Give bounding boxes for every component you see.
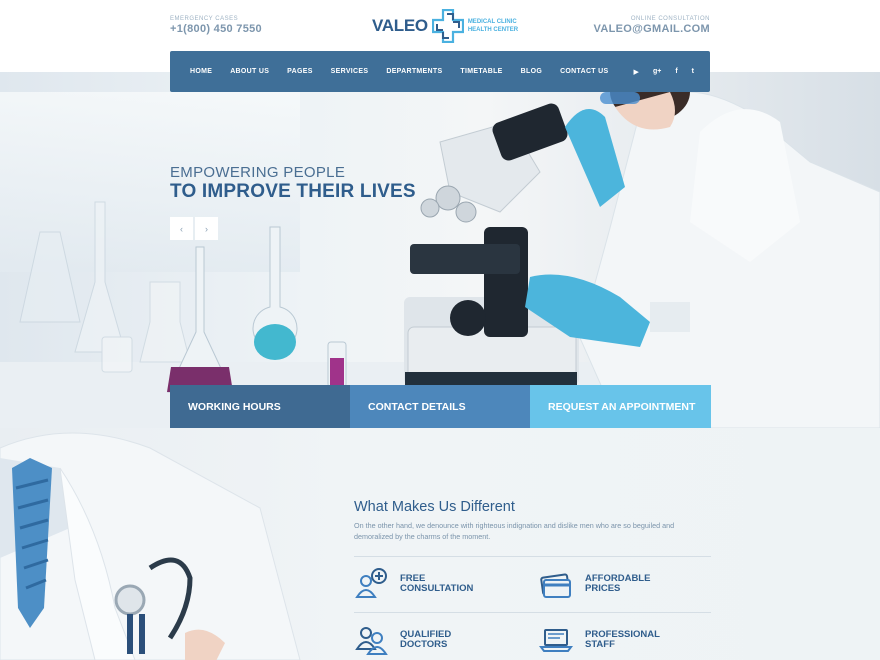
hero-lab-illustration bbox=[19, 72, 880, 428]
nav-blog[interactable]: BLOG bbox=[521, 68, 542, 75]
feature-professional-staff[interactable]: PROFESSIONAL STAFF bbox=[539, 623, 695, 657]
logo-sub-line-2: HEALTH CENTER bbox=[467, 27, 519, 33]
nav-contact-us[interactable]: CONTACT US bbox=[560, 68, 608, 75]
laptop-icon bbox=[539, 629, 573, 652]
request-appointment-box[interactable]: REQUEST AN APPOINTMENT bbox=[530, 385, 711, 428]
feature-label: PROFESSIONAL STAFF bbox=[585, 630, 695, 650]
main-navigation: HOME ABOUT US PAGES SERVICES DEPARTMENTS… bbox=[170, 51, 710, 92]
feature-line-2: STAFF bbox=[585, 639, 615, 650]
feature-label: QUALIFIED DOCTORS bbox=[400, 630, 510, 650]
logo-sub-line-1: MEDICAL CLINIC bbox=[467, 19, 517, 25]
user-plus-icon bbox=[355, 568, 387, 598]
feature-qualified-doctors[interactable]: QUALIFIED DOCTORS bbox=[354, 623, 510, 657]
hero-banner: EMPOWERING PEOPLE TO IMPROVE THEIR LIVES… bbox=[0, 72, 880, 428]
online-consultation: ONLINE CONSULTATION VALEO@GMAIL.COM bbox=[594, 16, 710, 35]
nav-pages[interactable]: PAGES bbox=[287, 68, 313, 75]
site-logo[interactable]: VALEO MEDICAL CLINIC HEALTH CENTER bbox=[372, 8, 518, 44]
feature-label: FREE CONSULTATION bbox=[400, 574, 510, 594]
section-title: What Makes Us Different bbox=[354, 499, 515, 515]
online-label: ONLINE CONSULTATION bbox=[630, 16, 710, 22]
feature-affordable-prices[interactable]: AFFORDABLE PRICES bbox=[539, 567, 695, 601]
features-section: What Makes Us Different On the other han… bbox=[0, 428, 880, 660]
feature-line-2: PRICES bbox=[585, 583, 621, 594]
logo-word: VALEO bbox=[372, 16, 428, 35]
medical-cross-logo-icon bbox=[431, 9, 464, 43]
youtube-icon[interactable]: ▶ bbox=[634, 68, 639, 76]
users-icon bbox=[355, 627, 388, 655]
emergency-label: EMERGENCY CASES bbox=[170, 16, 239, 22]
nav-home[interactable]: HOME bbox=[190, 68, 212, 75]
emergency-phone[interactable]: +1(800) 450 7550 bbox=[170, 23, 262, 35]
contact-email[interactable]: VALEO@GMAIL.COM bbox=[594, 23, 710, 35]
feature-line-2: CONSULTATION bbox=[400, 583, 474, 594]
credit-card-icon bbox=[540, 573, 571, 598]
working-hours-box[interactable]: WORKING HOURS bbox=[170, 385, 350, 428]
feature-free-consultation[interactable]: FREE CONSULTATION bbox=[354, 567, 510, 601]
section-description: On the other hand, we denounce with righ… bbox=[354, 521, 675, 541]
facebook-icon[interactable]: f bbox=[675, 68, 677, 76]
emergency-contact: EMERGENCY CASES +1(800) 450 7550 bbox=[170, 16, 262, 35]
logo-subtitle: MEDICAL CLINIC HEALTH CENTER bbox=[468, 18, 518, 34]
hero-headline-line-1: EMPOWERING PEOPLE bbox=[170, 164, 346, 181]
doctor-illustration bbox=[0, 432, 301, 660]
nav-services[interactable]: SERVICES bbox=[331, 68, 369, 75]
info-boxes: WORKING HOURS CONTACT DETAILS REQUEST AN… bbox=[170, 385, 711, 428]
contact-details-box[interactable]: CONTACT DETAILS bbox=[350, 385, 530, 428]
slider-controls: ‹ › bbox=[170, 217, 218, 240]
feature-label: AFFORDABLE PRICES bbox=[585, 574, 695, 594]
hero-headline-line-2: TO IMPROVE THEIR LIVES bbox=[170, 181, 416, 202]
google-plus-icon[interactable]: g+ bbox=[653, 68, 661, 76]
section-divider-1 bbox=[354, 556, 711, 557]
feature-line-2: DOCTORS bbox=[400, 639, 448, 650]
section-divider-2 bbox=[354, 612, 711, 613]
nav-about-us[interactable]: ABOUT US bbox=[230, 68, 269, 75]
slider-next-button[interactable]: › bbox=[195, 217, 218, 240]
nav-departments[interactable]: DEPARTMENTS bbox=[386, 68, 442, 75]
nav-timetable[interactable]: TIMETABLE bbox=[460, 68, 502, 75]
slider-prev-button[interactable]: ‹ bbox=[170, 217, 193, 240]
twitter-icon[interactable]: t bbox=[692, 68, 694, 76]
social-links: ▶ g+ f t bbox=[634, 68, 694, 76]
